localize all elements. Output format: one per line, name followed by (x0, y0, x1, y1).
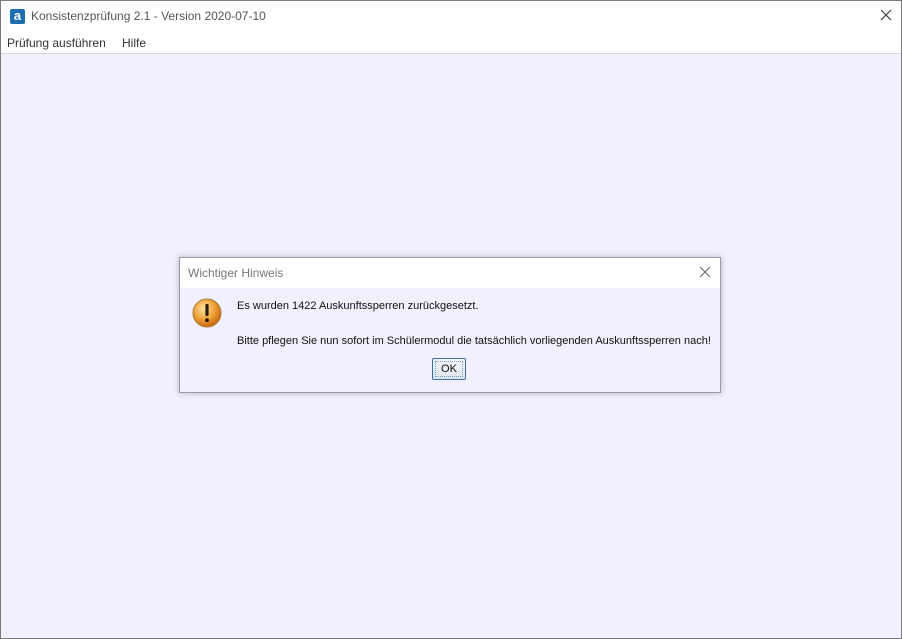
dialog-message-line1: Es wurden 1422 Auskunftssperren zurückge… (237, 300, 479, 312)
main-window: a Konsistenzprüfung 2.1 - Version 2020-0… (0, 0, 902, 639)
app-icon-glyph: a (13, 8, 22, 23)
ok-button[interactable]: OK (432, 358, 466, 380)
dialog-title-bar[interactable]: Wichtiger Hinweis (180, 258, 720, 288)
menu-hilfe[interactable]: Hilfe (122, 36, 146, 50)
dialog-title: Wichtiger Hinweis (188, 266, 284, 280)
dialog-message-line2: Bitte pflegen Sie nun sofort im Schülerm… (237, 335, 711, 347)
warning-dialog: Wichtiger Hinweis Es wurden 1422 Auskunf… (179, 257, 721, 393)
title-bar[interactable]: a Konsistenzprüfung 2.1 - Version 2020-0… (1, 1, 901, 32)
app-icon: a (10, 8, 25, 24)
ok-button-focus-ring (435, 361, 463, 377)
window-title: Konsistenzprüfung 2.1 - Version 2020-07-… (31, 9, 266, 23)
dialog-close-icon[interactable] (699, 266, 711, 278)
menu-pruefung-ausfuehren[interactable]: Prüfung ausführen (7, 36, 106, 50)
close-icon[interactable] (879, 8, 893, 22)
warning-icon (192, 298, 222, 328)
menu-bar: Prüfung ausführen Hilfe (1, 32, 901, 54)
